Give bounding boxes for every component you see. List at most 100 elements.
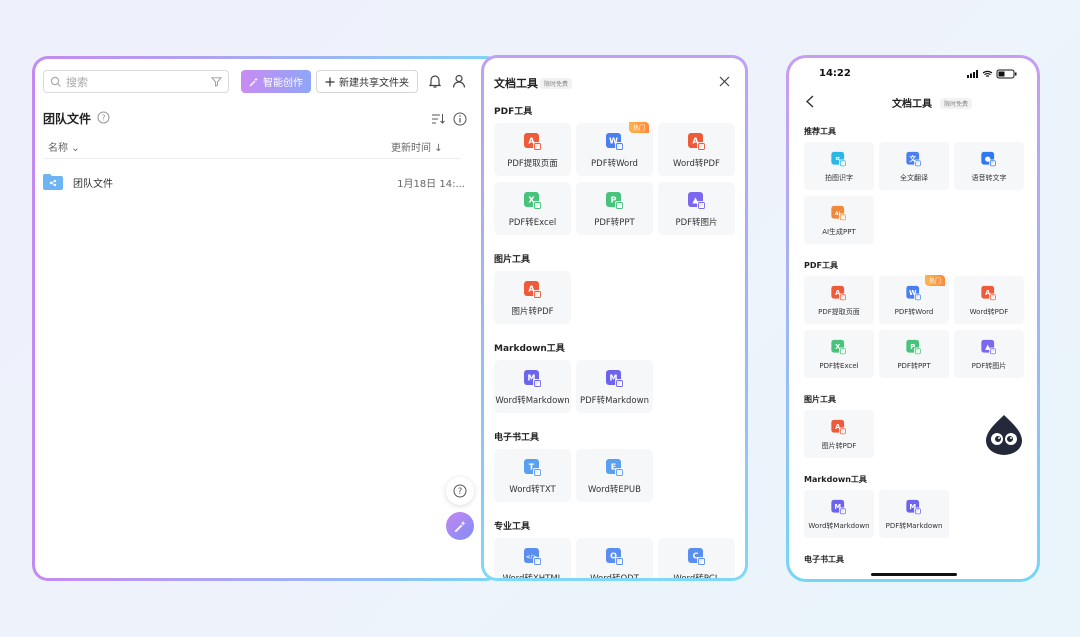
new-shared-folder-button[interactable]: 新建共享文件夹 (316, 70, 418, 93)
tool-label: 图片转PDF (511, 307, 554, 317)
code-icon: </> (523, 548, 542, 566)
pdf-icon: A (687, 133, 706, 151)
table-row[interactable]: 团队文件 1月18日 14:... (43, 170, 465, 194)
question-icon: ? (453, 484, 467, 498)
tool-tile[interactable]: P PDF转PPT (879, 330, 949, 378)
svg-text:X: X (835, 343, 841, 351)
tool-tile[interactable]: A 图片转PDF (804, 410, 874, 458)
svg-text:M: M (527, 374, 535, 383)
tool-tile[interactable]: X PDF转Excel (494, 182, 571, 235)
tool-tile[interactable]: O Word转ODT (576, 538, 653, 578)
markdown-icon: M (906, 499, 922, 516)
tool-tile[interactable]: W PDF转Word 热门 (576, 122, 653, 176)
column-time-label: 更新时间 (391, 143, 431, 154)
tool-label: PDF转图片 (971, 362, 1007, 370)
tool-tile[interactable]: A 图片转PDF (494, 271, 571, 324)
tool-tile[interactable]: ● 语音转文字 (954, 142, 1024, 190)
home-indicator (871, 573, 957, 576)
image-icon: ▲ (981, 339, 997, 356)
svg-text:P: P (910, 343, 915, 351)
svg-text:X: X (528, 196, 535, 205)
tool-tile[interactable]: P PDF转PPT (576, 182, 653, 235)
pdf-icon: A (831, 285, 847, 302)
help-icon[interactable]: ? (97, 111, 110, 124)
filter-icon[interactable] (211, 76, 222, 87)
phone-section-title: 图片工具 (804, 395, 836, 404)
smart-create-label: 智能创作 (263, 78, 303, 89)
tool-tile[interactable]: ▲ PDF转图片 (954, 330, 1024, 378)
word-icon: W (906, 285, 922, 302)
tool-tile[interactable]: M PDF转Markdown (576, 360, 653, 413)
tool-label: PDF转Markdown (580, 396, 649, 406)
panel-section-title: 电子书工具 (494, 433, 540, 443)
svg-text:M: M (909, 503, 916, 511)
tool-tile[interactable]: E Word转EPUB (576, 449, 653, 502)
back-arrow-icon[interactable] (805, 95, 815, 108)
mobile-title: 文档工具 (892, 99, 932, 110)
ai-ppt-icon: AI (831, 205, 847, 222)
new-shared-folder-label: 新建共享文件夹 (339, 78, 409, 89)
ai-float-button[interactable] (446, 512, 474, 540)
user-icon[interactable] (451, 73, 467, 89)
info-icon[interactable] (453, 112, 467, 126)
ppt-icon: P (605, 192, 624, 210)
tool-label: Word转EPUB (588, 485, 641, 495)
tool-label: 全文翻译 (900, 174, 928, 182)
ppt-icon: P (906, 339, 922, 356)
file-time: 1月18日 14:... (397, 178, 465, 190)
tool-tile[interactable]: A PDF提取页面 (494, 123, 571, 176)
svg-text:A: A (692, 137, 699, 146)
svg-text:文: 文 (908, 154, 916, 163)
search-input[interactable]: 搜索 (43, 70, 229, 93)
word-icon: W (605, 133, 624, 151)
tool-tile[interactable]: C Word转PCL (658, 538, 735, 578)
tool-label: PDF转Excel (508, 218, 557, 228)
tool-tile[interactable]: X PDF转Excel (804, 330, 874, 378)
tool-tile[interactable]: T Word转TXT (494, 449, 571, 502)
pdf-icon: A (523, 281, 542, 299)
smart-create-button[interactable]: 智能创作 (241, 70, 311, 93)
tool-label: Word转TXT (509, 485, 556, 495)
panel-section-title: Markdown工具 (494, 344, 565, 354)
epub-icon: E (605, 459, 624, 477)
tool-tile[interactable]: AI AI生成PPT (804, 196, 874, 244)
tool-tile[interactable]: W PDF转Word 热门 (879, 275, 949, 324)
markdown-icon: M (831, 499, 847, 516)
svg-text:AI: AI (835, 211, 841, 217)
tool-tile[interactable]: M Word转Markdown (494, 360, 571, 413)
bell-icon[interactable] (427, 73, 443, 89)
page-title: 团队文件 (43, 112, 92, 126)
column-header-name[interactable]: 名称 ⌄ (48, 139, 80, 154)
pdf-icon: A (981, 285, 997, 302)
svg-text:▲: ▲ (692, 196, 699, 205)
tool-tile[interactable]: A Word转PDF (658, 123, 735, 176)
tool-tile[interactable]: ⌗ 拍图识字 (804, 142, 874, 190)
close-icon[interactable] (719, 76, 730, 87)
tool-label: PDF转图片 (675, 218, 718, 228)
tool-label: PDF提取页面 (507, 159, 558, 169)
tool-tile[interactable]: ▲ PDF转图片 (658, 182, 735, 235)
phone-section-title: Markdown工具 (804, 475, 867, 484)
tool-label: 拍图识字 (825, 174, 853, 182)
tool-label: Word转PCL (658, 572, 735, 578)
tool-tile[interactable]: A Word转PDF (954, 276, 1024, 324)
svg-text:?: ? (458, 487, 463, 497)
search-icon (50, 76, 61, 87)
svg-text:A: A (528, 137, 535, 146)
tool-tile[interactable]: A PDF提取页面 (804, 276, 874, 324)
tool-tile[interactable]: </> Word转XHTML (494, 538, 571, 578)
svg-text:E: E (610, 463, 615, 472)
svg-text:A: A (985, 289, 991, 297)
tool-tile[interactable]: M PDF转Markdown (879, 490, 949, 538)
status-bar-icons (967, 69, 1017, 79)
mascot-icon[interactable] (984, 413, 1024, 455)
tool-label: Word转PDF (969, 308, 1009, 316)
sort-icon[interactable] (431, 112, 445, 126)
xls-icon: X (523, 192, 542, 210)
column-header-time[interactable]: 更新时间 ↓ (391, 139, 443, 154)
tool-tile[interactable]: 文全文翻译 (879, 142, 949, 190)
tool-tile[interactable]: M Word转Markdown (804, 490, 874, 538)
odt-icon: O (605, 548, 624, 566)
help-float-button[interactable]: ? (446, 477, 474, 505)
arrow-down-icon: ↓ (434, 143, 443, 154)
